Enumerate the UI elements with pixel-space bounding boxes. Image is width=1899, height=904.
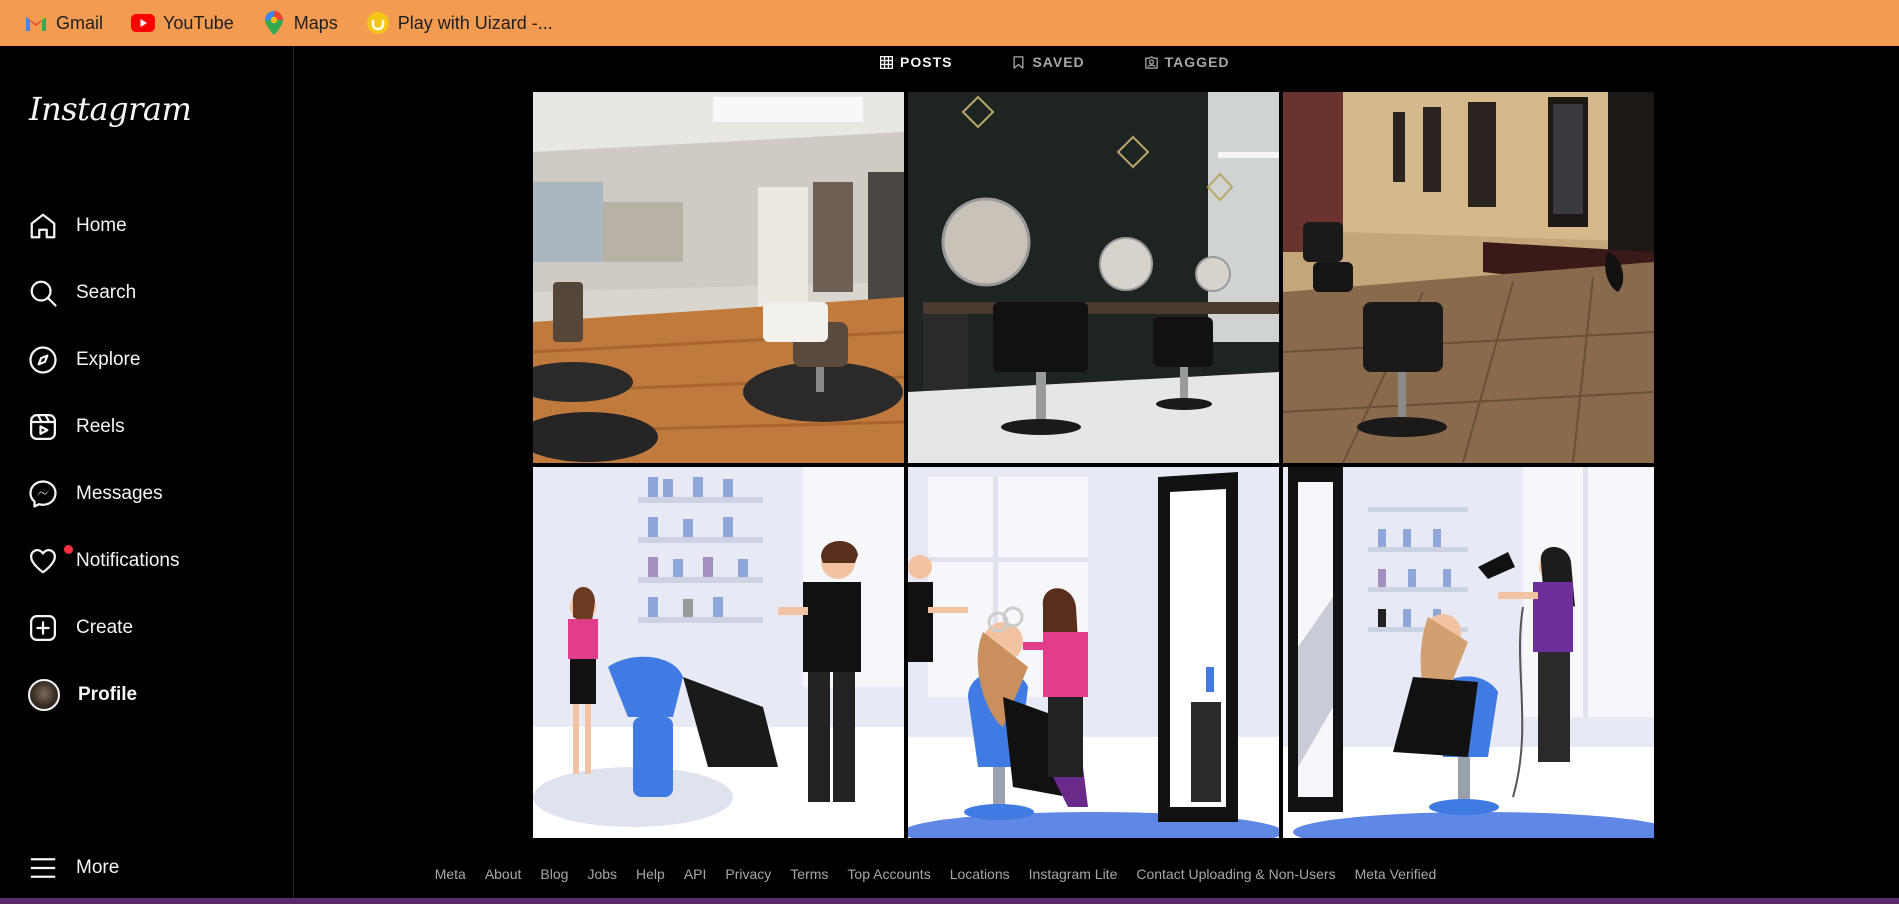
compass-icon [29,346,57,374]
footer-link-privacy[interactable]: Privacy [725,866,771,882]
sidebar-item-notifications[interactable]: Notifications [16,535,278,587]
sidebar-item-create[interactable]: Create [16,602,278,654]
footer-link-meta[interactable]: Meta [435,866,466,882]
bookmarks-bar: Gmail YouTube Maps Play with Uizard -... [0,0,1899,46]
sidebar: Instagram Home Search Explore Reels Mess… [0,46,294,900]
footer-link-help[interactable]: Help [636,866,665,882]
footer-link-terms[interactable]: Terms [790,866,828,882]
sidebar-item-home[interactable]: Home [16,200,278,252]
bookmark-label: YouTube [163,12,234,33]
tab-label: TAGGED [1164,54,1230,70]
sidebar-item-profile[interactable]: Profile [16,669,278,721]
sidebar-item-label: Messages [76,483,163,504]
tag-icon [1144,55,1158,69]
post-thumbnail[interactable] [533,92,904,463]
salon-photo-image [1283,92,1654,463]
tab-tagged[interactable]: TAGGED [1144,54,1230,70]
footer-links: Meta About Blog Jobs Help API Privacy Te… [435,866,1437,882]
salon-photo-image [908,92,1279,463]
bookmark-youtube[interactable]: YouTube [127,6,244,40]
sidebar-item-label: Create [76,617,134,638]
footer: Meta About Blog Jobs Help API Privacy Te… [0,866,1899,882]
gmail-icon [24,11,48,35]
sidebar-item-search[interactable]: Search [16,267,278,319]
profile-tabs: POSTS SAVED TAGGED [880,46,1290,78]
salon-illustration-image [533,467,904,838]
sidebar-item-label: Profile [78,684,138,705]
tab-saved[interactable]: SAVED [1012,54,1084,70]
tab-label: POSTS [900,54,953,70]
post-thumbnail[interactable] [1283,467,1654,838]
bookmark-label: Play with Uizard -... [397,12,553,33]
post-thumbnail[interactable] [533,467,904,838]
sidebar-item-label: Reels [76,416,125,437]
sidebar-item-reels[interactable]: Reels [16,401,278,453]
youtube-icon [131,11,156,35]
window-bottom-edge [0,898,1899,904]
footer-link-contact-uploading[interactable]: Contact Uploading & Non-Users [1136,866,1335,882]
maps-icon [262,11,286,35]
salon-illustration-image [908,467,1279,838]
grid-icon [880,55,893,69]
bookmark-label: Maps [293,12,338,33]
home-icon [30,213,56,239]
footer-link-blog[interactable]: Blog [540,866,568,882]
bookmark-maps[interactable]: Maps [258,6,348,40]
notification-badge [64,545,73,554]
footer-link-meta-verified[interactable]: Meta Verified [1355,866,1437,882]
bookmark-gmail[interactable]: Gmail [20,6,113,40]
bookmark-label: Gmail [56,12,104,33]
reels-icon [30,414,56,440]
sidebar-item-label: Search [76,282,137,303]
footer-link-locations[interactable]: Locations [950,866,1010,882]
plus-square-icon [30,615,56,641]
heart-icon [30,549,56,574]
salon-photo-image [533,92,904,463]
bookmark-icon [1013,55,1024,69]
tab-posts[interactable]: POSTS [880,54,952,70]
footer-link-jobs[interactable]: Jobs [587,866,617,882]
sidebar-item-label: Notifications [76,550,180,571]
sidebar-item-label: Explore [76,349,141,370]
tab-label: SAVED [1032,54,1085,70]
post-thumbnail[interactable] [908,467,1279,838]
sidebar-item-label: Home [76,215,127,236]
footer-link-about[interactable]: About [485,866,522,882]
posts-grid [533,92,1654,838]
messenger-icon [29,480,57,508]
footer-link-instagram-lite[interactable]: Instagram Lite [1029,866,1118,882]
post-thumbnail[interactable] [908,92,1279,463]
instagram-logo[interactable]: Instagram [29,90,192,128]
footer-link-top-accounts[interactable]: Top Accounts [847,866,930,882]
sidebar-item-explore[interactable]: Explore [16,334,278,386]
post-thumbnail[interactable] [1283,92,1654,463]
salon-illustration-image [1283,467,1654,838]
search-icon [30,280,57,307]
avatar [28,679,60,711]
footer-link-api[interactable]: API [684,866,707,882]
uizard-icon [366,11,390,35]
bookmark-uizard[interactable]: Play with Uizard -... [362,6,563,40]
sidebar-item-messages[interactable]: Messages [16,468,278,520]
